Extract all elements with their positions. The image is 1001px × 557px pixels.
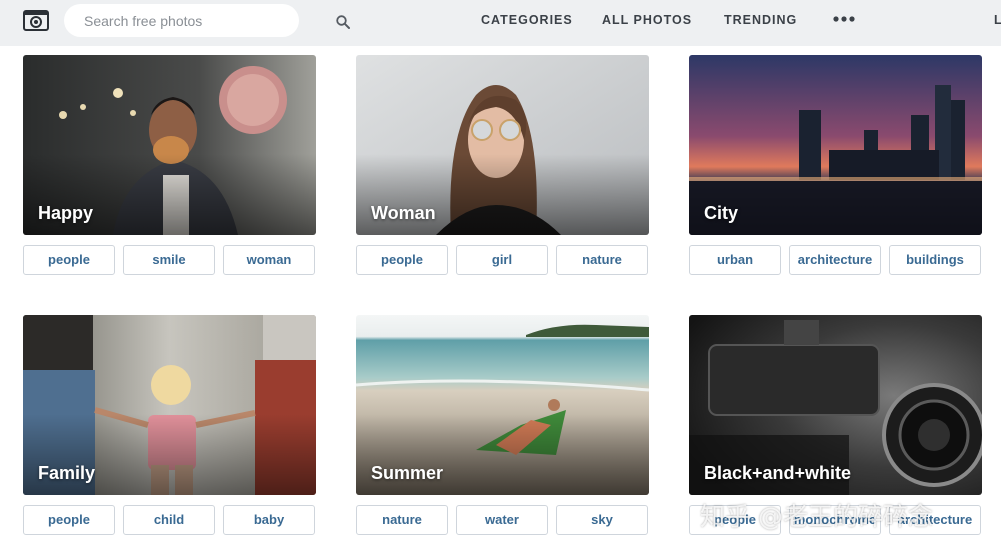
- tag-row: urban architecture buildings: [689, 245, 983, 275]
- tag-row: people monochrome architecture: [689, 505, 983, 535]
- tag-button[interactable]: nature: [356, 505, 448, 535]
- nav-trending[interactable]: TRENDING: [724, 13, 797, 27]
- tag-button[interactable]: baby: [223, 505, 315, 535]
- tag-button[interactable]: architecture: [789, 245, 881, 275]
- category-title: Woman: [371, 203, 436, 223]
- category-card-family: Family people child baby: [23, 315, 317, 535]
- tag-button[interactable]: child: [123, 505, 215, 535]
- category-photo[interactable]: Woman: [356, 55, 649, 235]
- tag-button[interactable]: urban: [689, 245, 781, 275]
- category-photo[interactable]: Summer: [356, 315, 649, 495]
- category-photo[interactable]: City: [689, 55, 982, 235]
- category-photo[interactable]: Black+and+white: [689, 315, 982, 495]
- more-menu-icon[interactable]: [833, 12, 855, 26]
- category-card-city: City urban architecture buildings: [689, 55, 983, 275]
- tag-button[interactable]: smile: [123, 245, 215, 275]
- category-title: Black+and+white: [704, 463, 852, 483]
- nav-categories[interactable]: CATEGORIES: [481, 13, 573, 27]
- category-photo[interactable]: Family: [23, 315, 316, 495]
- category-title: Family: [38, 463, 96, 483]
- tag-button[interactable]: people: [23, 505, 115, 535]
- tag-button[interactable]: people: [356, 245, 448, 275]
- tag-row: nature water sky: [356, 505, 650, 535]
- tag-button[interactable]: people: [689, 505, 781, 535]
- nav-all-photos[interactable]: ALL PHOTOS: [602, 13, 692, 27]
- category-card-summer: Summer nature water sky: [356, 315, 650, 535]
- tag-button[interactable]: girl: [456, 245, 548, 275]
- category-title: City: [704, 203, 739, 223]
- search-box: [64, 4, 350, 37]
- tag-button[interactable]: nature: [556, 245, 648, 275]
- category-card-happy: Happy people smile woman: [23, 55, 317, 275]
- search-icon[interactable]: [336, 15, 350, 29]
- tag-button[interactable]: people: [23, 245, 115, 275]
- category-card-black-and-white: Black+and+white people monochrome archit…: [689, 315, 983, 535]
- tag-row: people smile woman: [23, 245, 317, 275]
- tag-button[interactable]: water: [456, 505, 548, 535]
- camera-logo-icon[interactable]: [23, 9, 49, 31]
- tag-row: people child baby: [23, 505, 317, 535]
- nav-truncated-item[interactable]: L: [994, 13, 1001, 27]
- tag-button[interactable]: monochrome: [789, 505, 881, 535]
- category-card-woman: Woman people girl nature: [356, 55, 650, 275]
- search-input[interactable]: [84, 4, 264, 37]
- tag-button[interactable]: architecture: [889, 505, 981, 535]
- tag-button[interactable]: buildings: [889, 245, 981, 275]
- category-title: Summer: [371, 463, 444, 483]
- tag-button[interactable]: woman: [223, 245, 315, 275]
- top-navigation-bar: CATEGORIES ALL PHOTOS TRENDING L: [0, 0, 1001, 46]
- tag-row: people girl nature: [356, 245, 650, 275]
- category-title: Happy: [38, 203, 94, 223]
- category-photo[interactable]: Happy: [23, 55, 316, 235]
- tag-button[interactable]: sky: [556, 505, 648, 535]
